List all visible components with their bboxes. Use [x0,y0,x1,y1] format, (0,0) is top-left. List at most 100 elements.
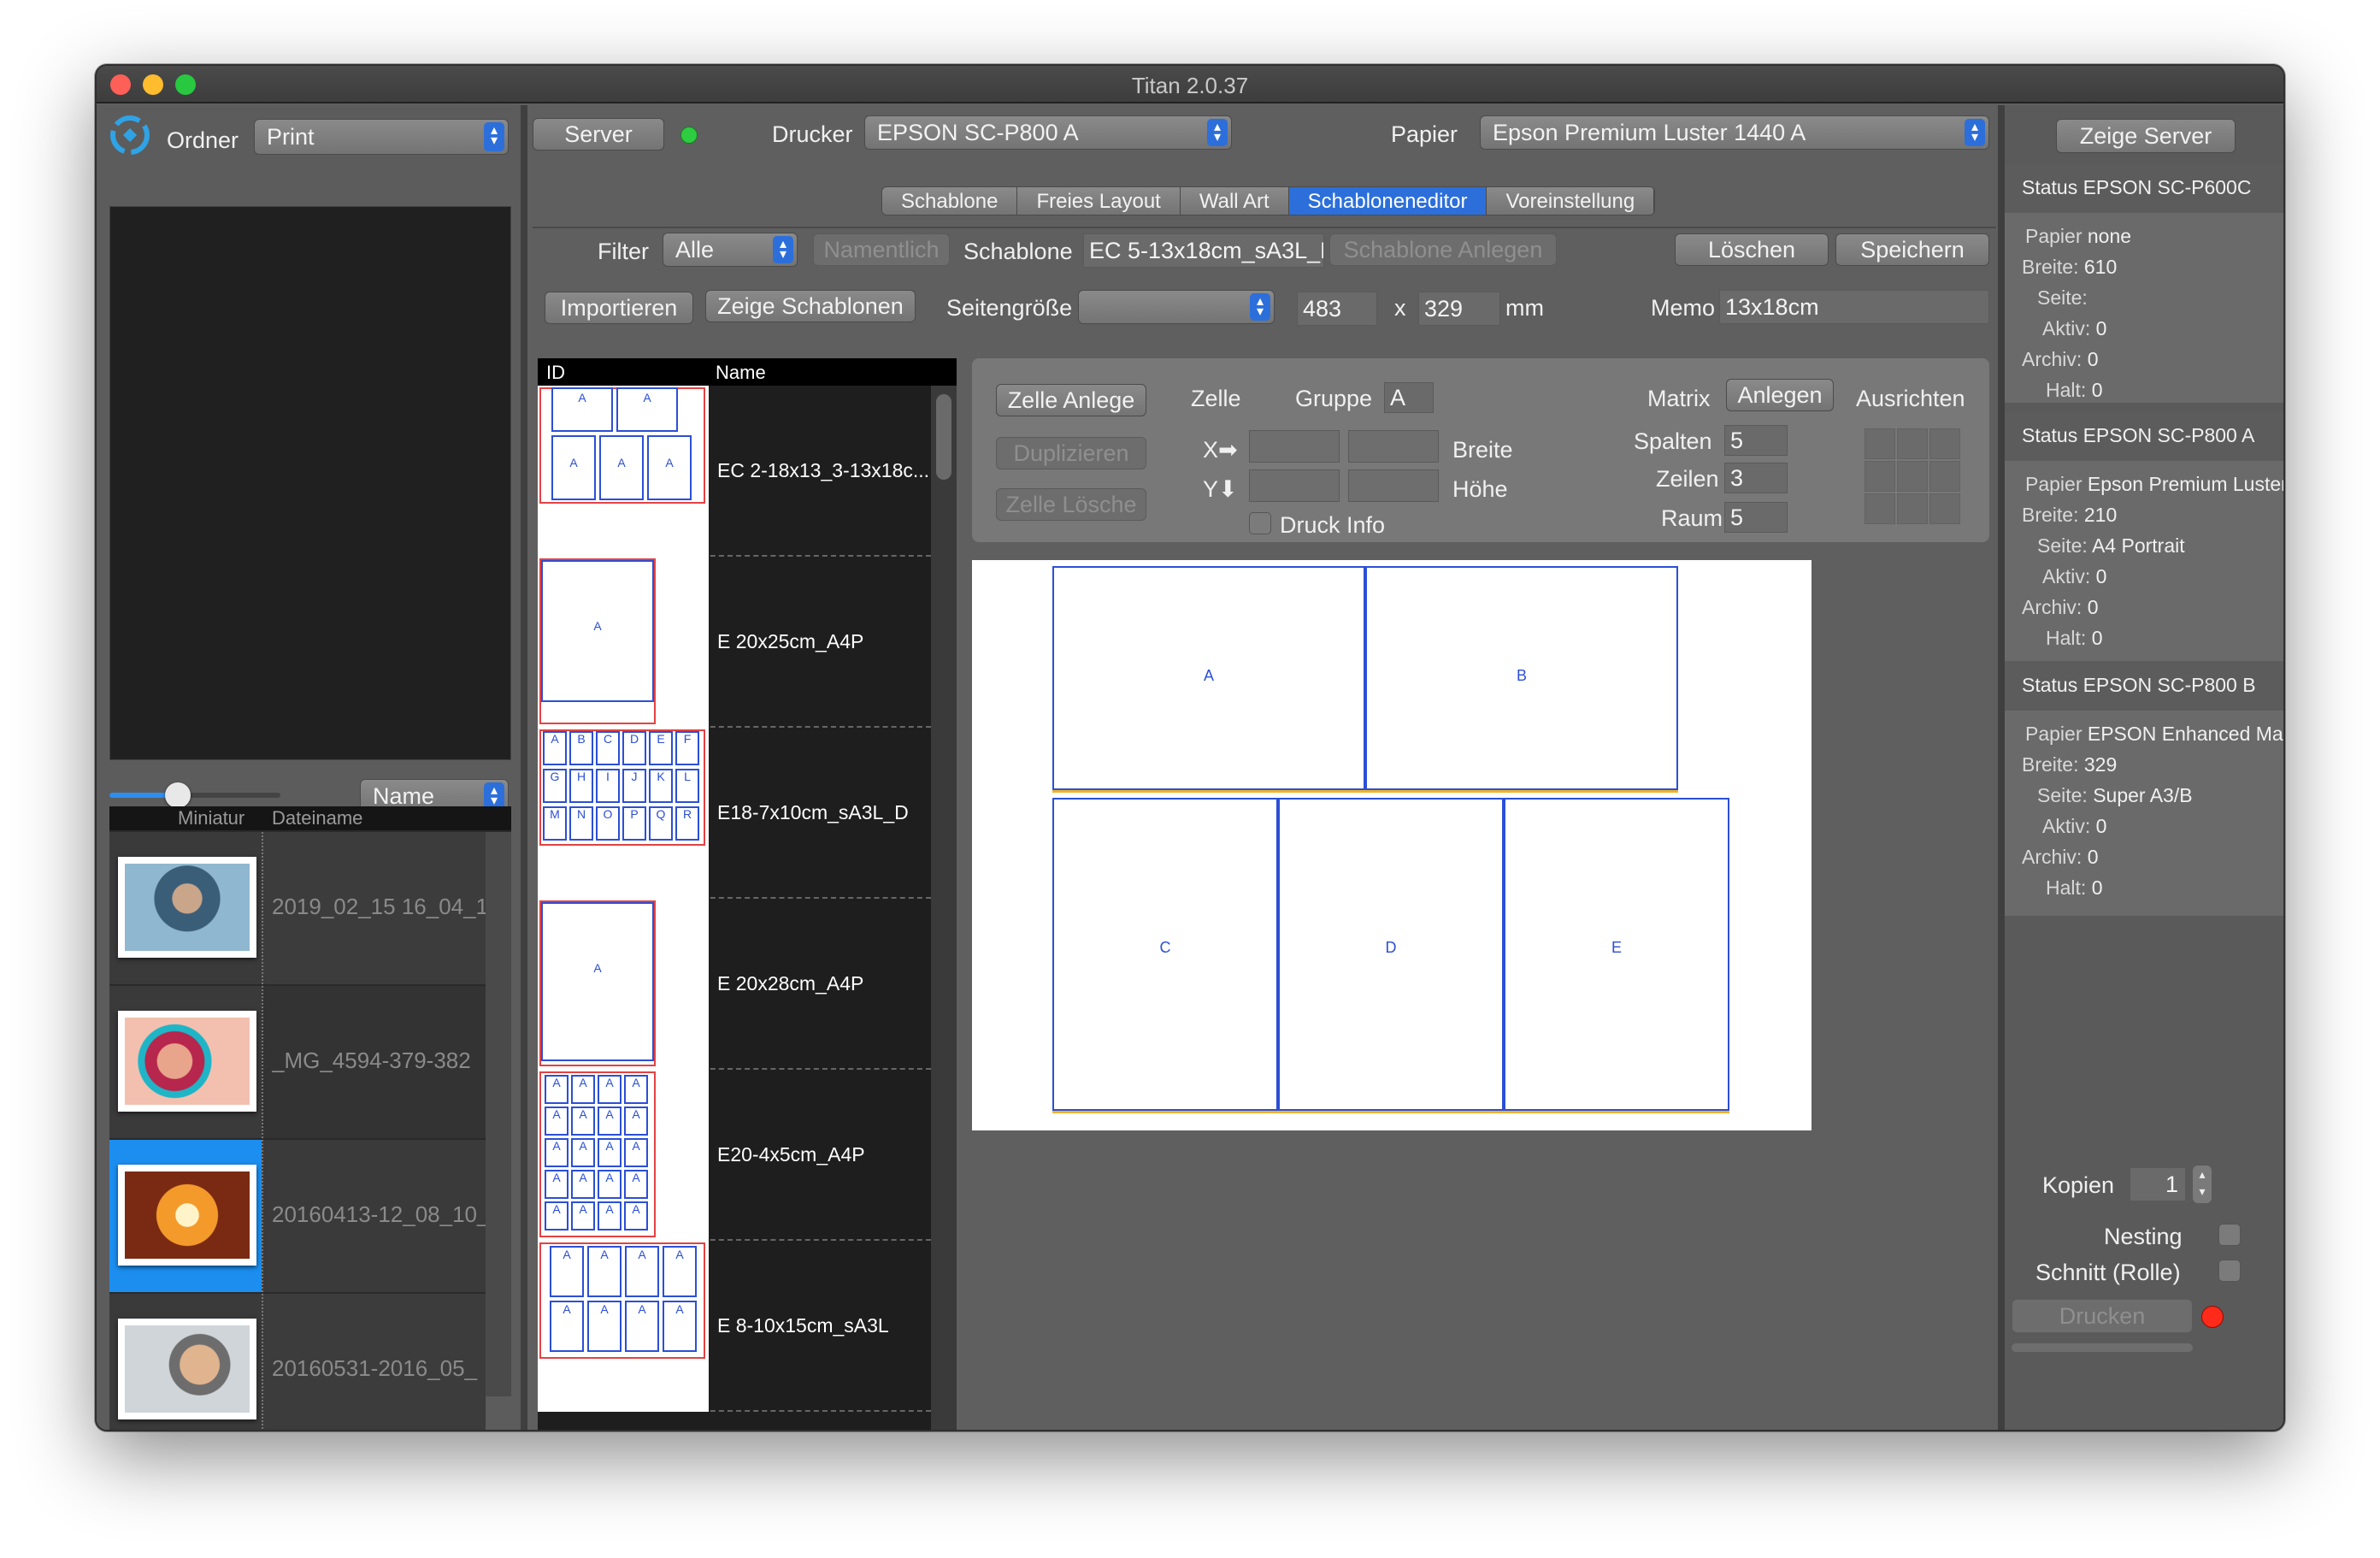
y-position-field[interactable] [1249,469,1340,502]
template-row[interactable]: A A A A A A A A E 8-10x15cm_sA3L [538,1241,931,1412]
nesting-checkbox[interactable] [2218,1224,2241,1246]
tab-wall-art[interactable]: Wall Art [1180,187,1289,215]
group-field[interactable]: A [1384,382,1434,413]
column-header-dateiname[interactable]: Dateiname [272,806,443,830]
memo-field[interactable]: 13x18cm [1719,290,1989,324]
align-bottom-right-button[interactable] [1929,493,1960,524]
print-button[interactable]: Drucken [2012,1299,2193,1333]
save-button[interactable]: Speichern [1835,233,1989,266]
mini-cell: A [624,1201,648,1230]
show-server-button[interactable]: Zeige Server [2056,119,2236,153]
import-button[interactable]: Importieren [545,292,693,324]
x-position-field[interactable] [1249,430,1340,463]
divider[interactable] [1998,105,2005,1430]
template-row[interactable]: A A A A A EC 2-18x13_3-13x18c... [538,386,931,557]
title-bar: Titan 2.0.37 [97,66,2283,103]
folder-select[interactable]: Print ▴ ▾ [254,119,509,155]
duplicate-button[interactable]: Duplizieren [996,437,1146,469]
mini-cell: A [571,1170,595,1199]
file-name: 20160413-12_08_10_ [272,1201,486,1227]
schablone-anlegen-button[interactable]: Schablone Anlegen [1329,233,1557,266]
template-row[interactable]: A E 20x25cm_A4P [538,557,931,728]
layout-cell[interactable]: B [1365,566,1678,790]
namentlich-button[interactable]: Namentlich [813,233,950,266]
template-row[interactable]: AAAAAAAAAAAAAAAAAAAA E20-4x5cm_A4P [538,1070,931,1241]
show-templates-button[interactable]: Zeige Schablonen [705,290,916,322]
column-header-miniatur[interactable]: Miniatur [178,806,260,830]
printer-status-block: Papier EPSON Enhanced Ma Breite: 329 Sei… [2005,711,2283,916]
status-archive: 0 [2087,846,2099,868]
align-center-button[interactable] [1897,461,1928,492]
status-page: Super A3/B [2093,784,2193,806]
page-size-select[interactable]: ▴ ▾ [1078,290,1275,324]
layout-cell[interactable]: E [1504,798,1729,1111]
print-info-checkbox[interactable] [1249,512,1271,534]
layout-canvas[interactable]: A B C D E [972,560,1812,1130]
page-width-field[interactable]: 483 [1297,292,1377,326]
mini-cell: A [545,1170,568,1199]
height-field[interactable] [1348,469,1439,502]
align-top-left-button[interactable] [1865,428,1895,459]
filter-select[interactable]: Alle ▴ ▾ [663,233,798,267]
columns-field[interactable]: 5 [1724,425,1788,456]
layout-cell[interactable]: C [1052,798,1278,1111]
align-middle-right-button[interactable] [1929,461,1960,492]
file-row[interactable]: 20160531-2016_05_ [109,1294,486,1430]
align-bottom-left-button[interactable] [1865,493,1895,524]
align-top-center-button[interactable] [1897,428,1928,459]
file-row[interactable]: _MG_4594-379-382 [109,986,486,1138]
zoom-slider-track[interactable] [109,793,280,798]
status-paper: EPSON Enhanced Ma [2087,723,2283,745]
align-top-right-button[interactable] [1929,428,1960,459]
scrollbar-thumb[interactable] [936,394,951,480]
copies-field[interactable]: 1 [2130,1167,2186,1201]
mini-cell: A [571,1201,595,1230]
align-middle-left-button[interactable] [1865,461,1895,492]
template-list-scrollbar[interactable] [931,386,957,1430]
page-height-field[interactable]: 329 [1418,292,1500,326]
delete-cell-button[interactable]: Zelle Lösche [996,488,1146,521]
printer-select[interactable]: EPSON SC-P800 A ▴ ▾ [864,115,1232,150]
schablone-name-field[interactable]: EC 5-13x18cm_sA3L_D [1083,233,1324,268]
mini-cell: C [596,731,620,765]
server-button[interactable]: Server [533,118,664,150]
chevron-updown-icon: ▴ ▾ [1207,119,1228,146]
file-row[interactable]: 2019_02_15 16_04_19 [109,832,486,984]
template-row[interactable]: ABCDEF GHIJKL MNOPQR E18-7x10cm_sA3L_D [538,728,931,899]
add-cell-button[interactable]: Zelle Anlege [996,384,1146,416]
mini-cell: Q [649,806,673,841]
align-bottom-center-button[interactable] [1897,493,1928,524]
tab-voreinstellung[interactable]: Voreinstellung [1487,187,1655,215]
folder-label: Ordner [167,127,239,153]
app-logo-icon [110,115,150,155]
file-row-selected[interactable]: 20160413-12_08_10_ [109,1140,486,1292]
y-position-label: Y⬇ [1203,476,1238,502]
delete-button[interactable]: Löschen [1675,233,1829,266]
divider[interactable] [521,105,527,1430]
tab-freies-layout[interactable]: Freies Layout [1017,187,1181,215]
matrix-create-button[interactable]: Anlegen [1726,379,1834,411]
column-header-id[interactable]: ID [546,362,565,384]
paper-select[interactable]: Epson Premium Luster 1440 A ▴ ▾ [1480,115,1989,150]
mini-cell: J [622,769,646,803]
space-field[interactable]: 5 [1724,502,1788,533]
zoom-slider-thumb[interactable] [165,782,191,808]
tab-schablone[interactable]: Schablone [882,187,1018,215]
template-preview: A A A A A [538,386,709,557]
template-row[interactable]: A E 20x28cm_A4P [538,899,931,1070]
column-header-name[interactable]: Name [716,362,766,384]
layout-cell[interactable]: D [1278,798,1504,1111]
layout-cell[interactable]: A [1052,566,1365,790]
mini-cell: H [569,769,593,803]
width-field[interactable] [1348,430,1439,463]
mini-cell: A [624,1107,648,1136]
mini-cell: E [649,731,673,765]
copies-stepper[interactable]: ▴ ▾ [2193,1166,2212,1203]
server-status-indicator [680,127,698,144]
mini-cell: A [624,1170,648,1199]
file-table-scrollbar[interactable] [486,832,511,1396]
rows-field[interactable]: 3 [1724,463,1788,493]
cut-roll-checkbox[interactable] [2218,1260,2241,1282]
tab-schabloneneditor[interactable]: Schabloneneditor [1288,187,1488,215]
align-label: Ausrichten [1856,386,1965,411]
